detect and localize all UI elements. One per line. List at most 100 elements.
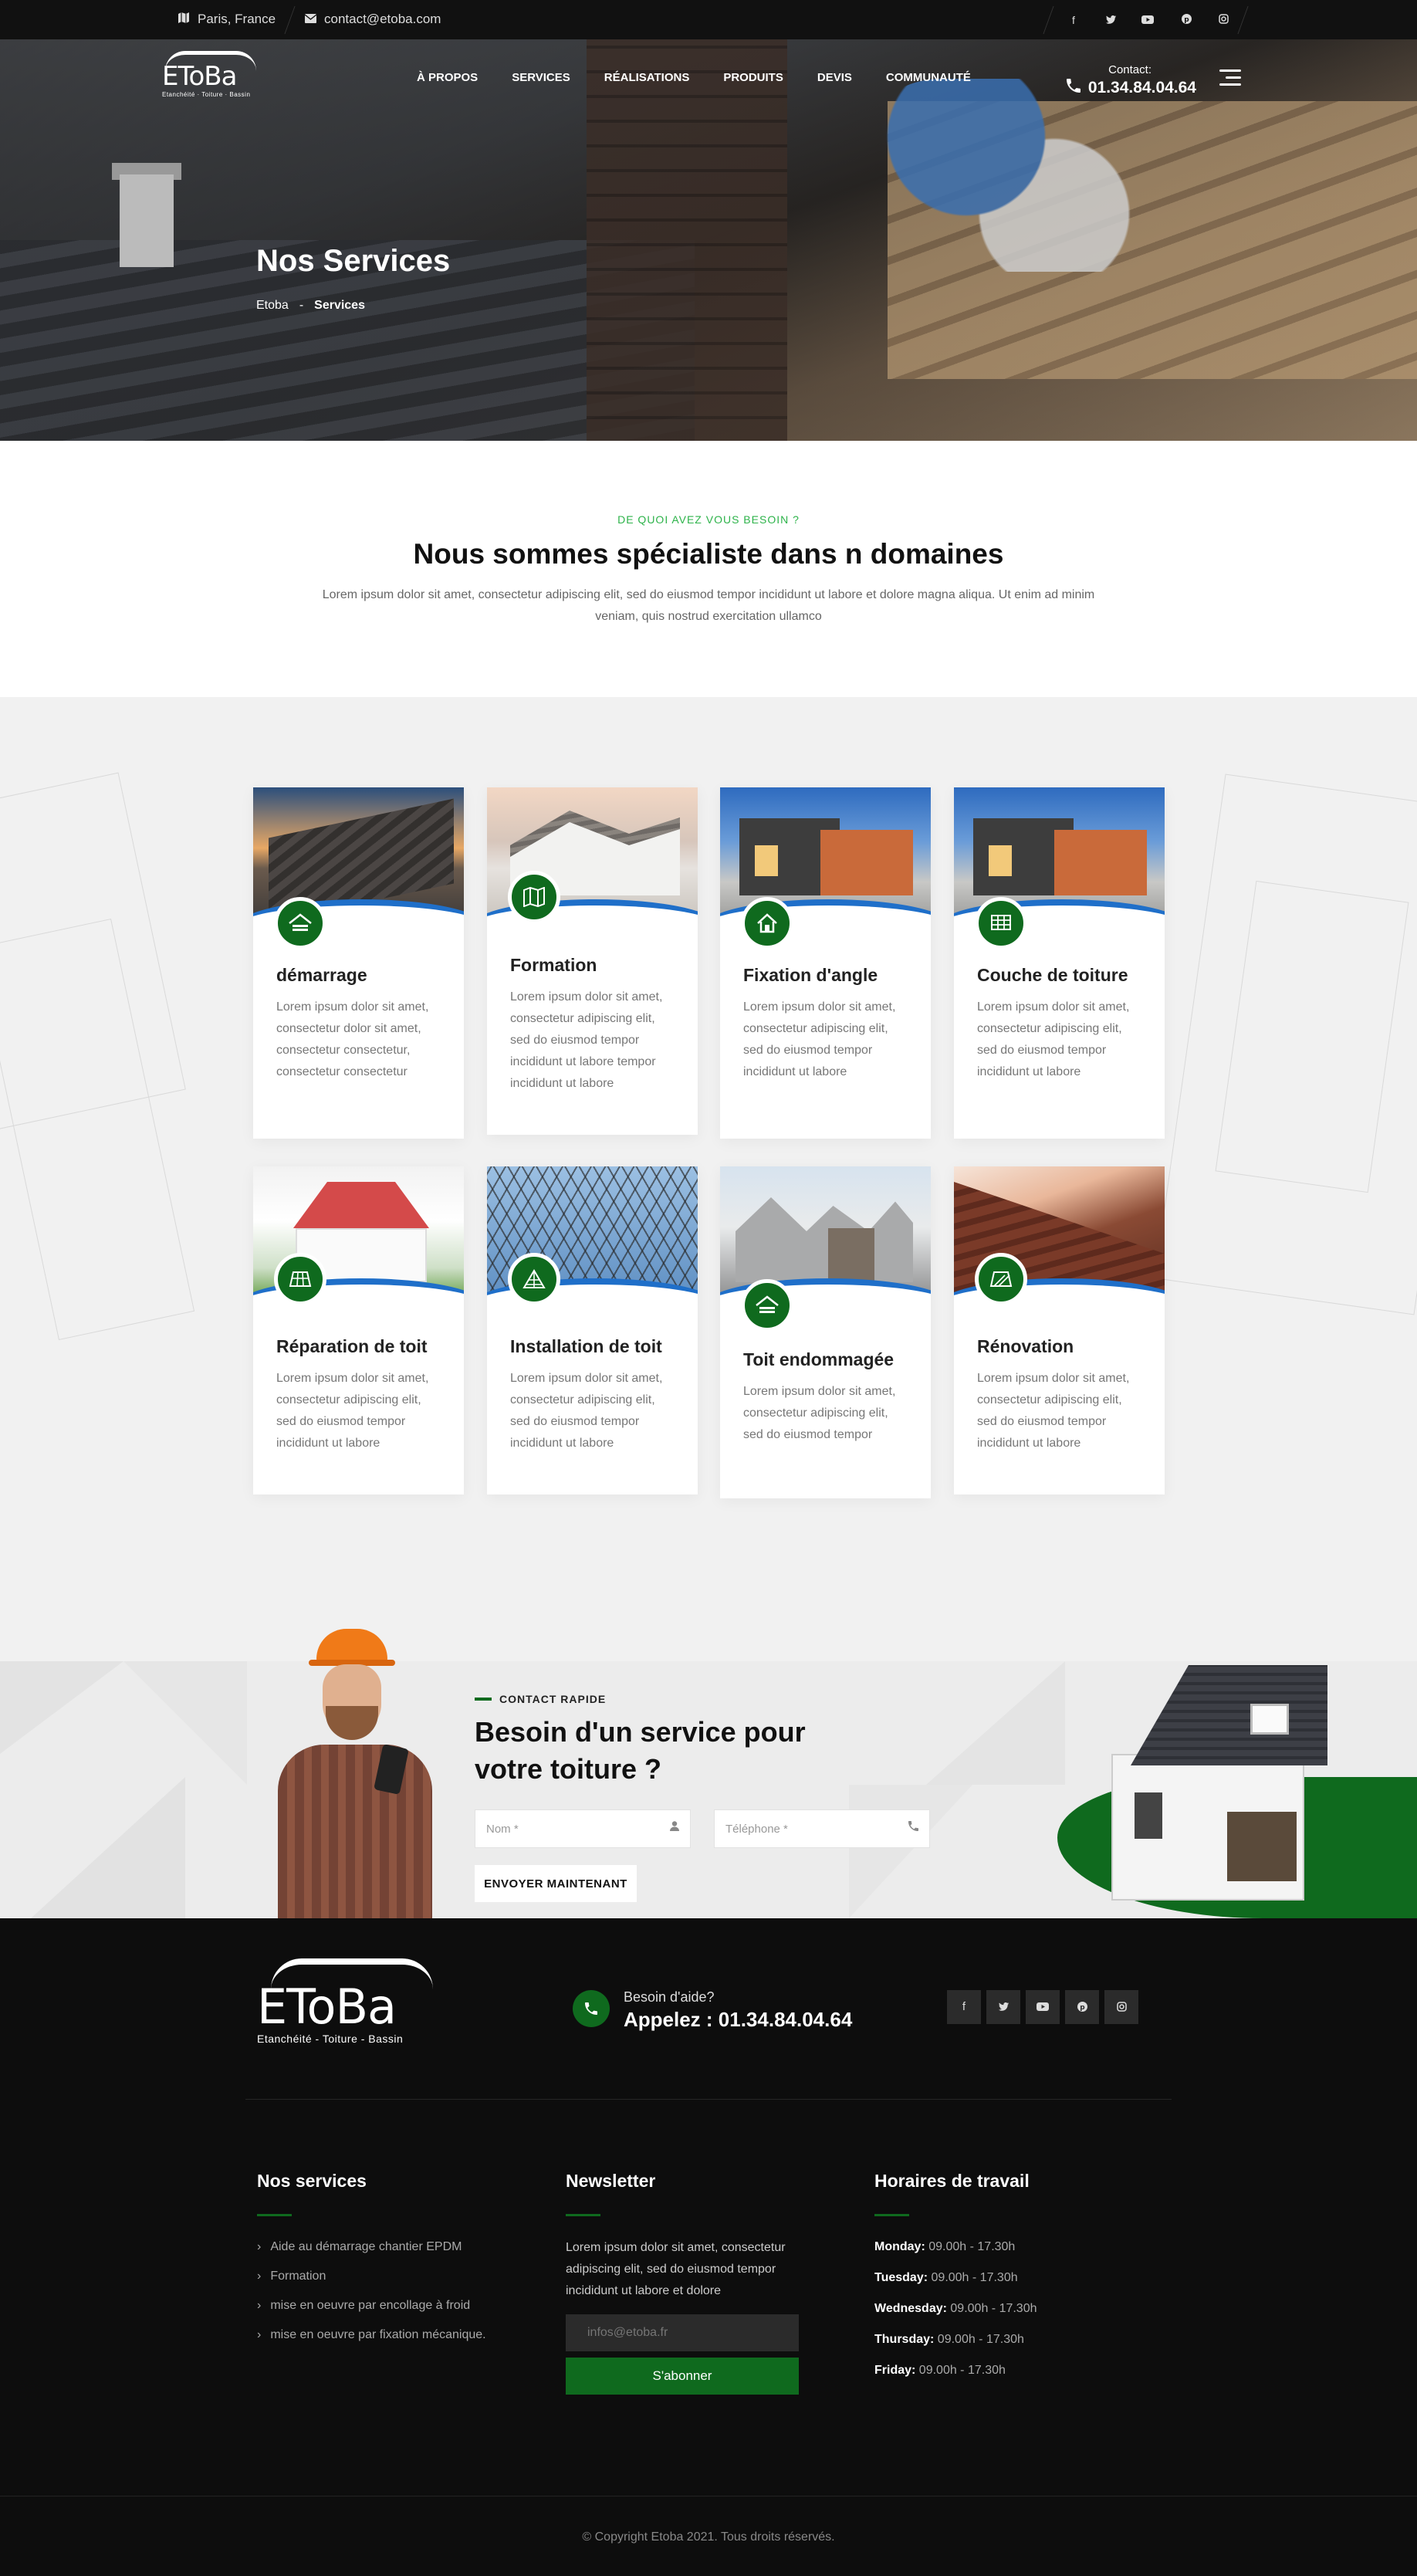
service-title: Toit endommagée — [743, 1349, 895, 1369]
hero-bg-chimney-small — [120, 174, 174, 267]
name-placeholder: Nom * — [486, 1823, 519, 1836]
chevron-right-icon: › — [257, 2270, 262, 2283]
nav-services[interactable]: SERVICES — [512, 71, 570, 84]
service-title: Réparation de toit — [276, 1336, 428, 1356]
location-text: Paris, France — [198, 12, 276, 26]
top-bar: Paris, France contact@etoba.com f p — [0, 0, 1417, 39]
phone-input[interactable]: Téléphone * — [714, 1809, 930, 1848]
intro-title: Nous sommes spécialiste dans n domaines — [413, 538, 1004, 570]
hero-bg-chimney — [587, 39, 787, 441]
footer-service-link[interactable]: › mise en oeuvre par fixation mécanique. — [257, 2328, 486, 2342]
youtube-icon[interactable] — [1026, 1990, 1060, 2024]
footer-service-link[interactable]: › Formation — [257, 2270, 326, 2283]
service-text: Lorem ipsum dolor sit amet, consectetur … — [276, 1372, 429, 1450]
instagram-icon[interactable] — [1215, 12, 1232, 29]
youtube-icon[interactable] — [1139, 12, 1156, 29]
service-card[interactable]: Installation de toit Lorem ipsum dolor s… — [487, 1166, 698, 1494]
twitter-icon[interactable] — [1102, 12, 1119, 29]
menu-icon[interactable] — [1219, 69, 1241, 86]
footer-hours-title: Horaires de travail — [874, 2171, 1030, 2191]
instagram-icon[interactable] — [1104, 1990, 1138, 2024]
page-title: Nos Services — [256, 244, 451, 278]
service-text: Lorem ipsum dolor sit amet, consectetur … — [743, 1385, 896, 1441]
hours-row: Wednesday: 09.00h - 17.30h — [874, 2302, 1037, 2315]
worker-illustration — [262, 1629, 455, 1918]
phone-icon — [908, 1821, 918, 1834]
chevron-right-icon: › — [257, 2240, 262, 2253]
contact-phone[interactable]: 01.34.84.04.64 — [1057, 79, 1196, 97]
site-logo[interactable]: EToBa Etanchéité · Toiture · Bassin — [162, 51, 259, 105]
service-card[interactable]: démarrage Lorem ipsum dolor sit amet, co… — [253, 787, 464, 1139]
logo-arc — [271, 1958, 433, 1989]
subscribe-button[interactable]: S'abonner — [566, 2358, 799, 2395]
breadcrumb-home[interactable]: Etoba — [256, 299, 289, 313]
frame-icon — [508, 1253, 560, 1305]
service-image — [720, 1166, 931, 1302]
service-text: Lorem ipsum dolor sit amet, consectetur … — [977, 1372, 1130, 1450]
nav-realisations[interactable]: RÉALISATIONS — [604, 71, 690, 84]
service-text: Lorem ipsum dolor sit amet, consectetur … — [743, 1000, 896, 1078]
service-card[interactable]: Réparation de toit Lorem ipsum dolor sit… — [253, 1166, 464, 1494]
service-card[interactable]: Toit endommagée Lorem ipsum dolor sit am… — [720, 1166, 931, 1498]
newsletter-text: Lorem ipsum dolor sit amet, consectetur … — [566, 2241, 786, 2297]
service-card[interactable]: Couche de toiture Lorem ipsum dolor sit … — [954, 787, 1165, 1139]
contact-label: Contact: — [1108, 63, 1152, 76]
service-card[interactable]: Fixation d'angle Lorem ipsum dolor sit a… — [720, 787, 931, 1139]
divider — [284, 6, 296, 34]
footer-logo-subtext: Etanchéité - Toiture - Bassin — [257, 2033, 404, 2045]
footer-services-title: Nos services — [257, 2171, 367, 2191]
facebook-icon[interactable]: f — [1065, 12, 1082, 29]
nav-produits[interactable]: PRODUITS — [723, 71, 783, 84]
divider — [1043, 6, 1054, 34]
service-title: Installation de toit — [510, 1336, 662, 1356]
breadcrumb: Etoba - Services — [256, 299, 365, 313]
footer-service-link[interactable]: › Aide au démarrage chantier EPDM — [257, 2240, 462, 2254]
damaged-roof-icon — [741, 1279, 793, 1332]
service-card[interactable]: Rénovation Lorem ipsum dolor sit amet, c… — [954, 1166, 1165, 1494]
phone-placeholder: Téléphone * — [725, 1823, 788, 1836]
quick-contact-title: Besoin d'un service pour votre toiture ? — [475, 1716, 806, 1785]
service-text: Lorem ipsum dolor sit amet, consectetur … — [510, 1372, 663, 1450]
map-icon — [178, 12, 190, 27]
quick-contact-kicker: CONTACT RAPIDE — [475, 1693, 606, 1705]
nav-devis[interactable]: DEVIS — [817, 71, 852, 84]
pinterest-icon[interactable]: p — [1065, 1990, 1099, 2024]
breadcrumb-current: Services — [314, 299, 365, 312]
footer-call[interactable]: Appelez : 01.34.84.04.64 — [624, 2008, 852, 2032]
intro-text: Lorem ipsum dolor sit amet, consectetur … — [322, 588, 1095, 623]
service-text: Lorem ipsum dolor sit amet, consectetur … — [510, 990, 663, 1090]
roof-icon — [274, 897, 326, 949]
twitter-icon[interactable] — [986, 1990, 1020, 2024]
tiles-icon — [274, 1253, 326, 1305]
hero-bg-worker — [849, 79, 1142, 272]
name-input[interactable]: Nom * — [475, 1809, 691, 1848]
hours-row: Monday: 09.00h - 17.30h — [874, 2240, 1016, 2253]
logo-arc — [165, 51, 256, 71]
hours-row: Friday: 09.00h - 17.30h — [874, 2364, 1006, 2377]
contact-phone-text[interactable]: 01.34.84.04.64 — [1088, 79, 1196, 97]
newsletter-email-input[interactable] — [566, 2314, 799, 2351]
header-contact: Contact: 01.34.84.04.64 — [1057, 63, 1196, 97]
facebook-icon[interactable]: f — [947, 1990, 981, 2024]
phone-icon — [1066, 79, 1081, 97]
pinterest-icon[interactable]: p — [1178, 12, 1195, 29]
intro-kicker: DE QUOI AVEZ VOUS BESOIN ? — [617, 513, 800, 526]
hours-row: Tuesday: 09.00h - 17.30h — [874, 2271, 1018, 2284]
footer-logo[interactable]: EToBa Etanchéité - Toiture - Bassin — [257, 1958, 433, 2056]
email-item[interactable]: contact@etoba.com — [304, 12, 441, 27]
copyright: © Copyright Etoba 2021. Tous droits rése… — [582, 2530, 835, 2544]
main-nav: À PROPOS SERVICES RÉALISATIONS PRODUITS … — [417, 71, 1005, 84]
footer-logo-text: EToBa — [257, 1979, 397, 2035]
nav-a-propos[interactable]: À PROPOS — [417, 71, 478, 84]
service-card[interactable]: Formation Lorem ipsum dolor sit amet, co… — [487, 787, 698, 1135]
footer-divider — [245, 2099, 1172, 2100]
footer-newsletter-title: Newsletter — [566, 2171, 656, 2191]
send-now-button[interactable]: ENVOYER MAINTENANT — [475, 1865, 637, 1902]
service-text: Lorem ipsum dolor sit amet, consectetur … — [977, 1000, 1130, 1078]
nav-communaute[interactable]: COMMUNAUTÉ — [886, 71, 971, 84]
user-icon — [670, 1821, 679, 1834]
footer-service-link[interactable]: › mise en oeuvre par encollage à froid — [257, 2299, 470, 2313]
house-illustration — [1057, 1661, 1417, 1918]
email-text[interactable]: contact@etoba.com — [324, 12, 441, 27]
svg-text:p: p — [1080, 2004, 1085, 2012]
